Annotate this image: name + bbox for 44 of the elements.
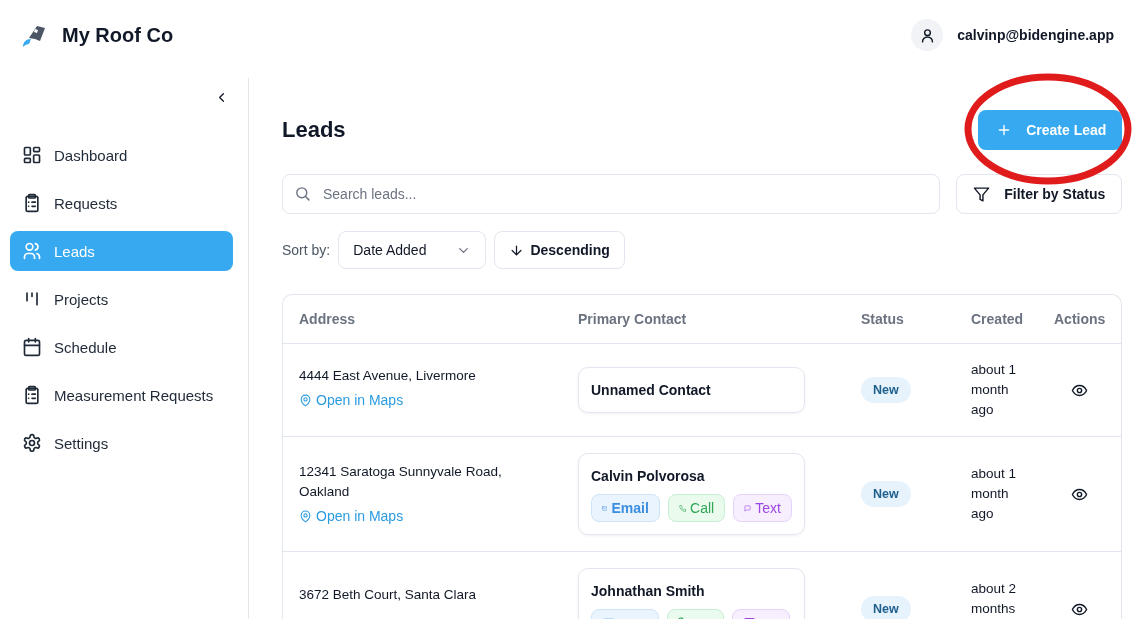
clipboard-icon: [22, 193, 42, 213]
user-avatar[interactable]: [911, 19, 944, 51]
sidebar-item[interactable]: Requests: [10, 183, 233, 223]
status-badge: New: [861, 377, 911, 403]
brand-name: My Roof Co: [62, 23, 174, 47]
status-badge: New: [861, 481, 911, 507]
text-button[interactable]: Text: [733, 494, 792, 522]
sort-order-button[interactable]: Descending: [494, 231, 625, 269]
filter-icon: [973, 185, 991, 203]
sort-dropdown[interactable]: Date Added: [338, 231, 487, 269]
created-date: about 2 months: [971, 580, 1018, 618]
column-header: Created: [970, 310, 1025, 329]
settings-icon: [22, 433, 42, 453]
sidebar-item[interactable]: Settings: [10, 423, 233, 463]
map-pin-icon: [299, 393, 312, 407]
created-date: about 1 month ago: [971, 361, 1018, 419]
column-header: Status: [860, 310, 905, 329]
contact-name: Johnathan Smith: [591, 582, 706, 601]
contact-name: Unnamed Contact: [591, 381, 712, 400]
grid-icon: [22, 145, 42, 165]
address-text: 3672 Beth Court, Santa Clara: [299, 586, 478, 604]
page-title: Leads: [282, 117, 346, 143]
created-date: about 1 month ago: [971, 465, 1018, 523]
search-icon: [294, 185, 311, 202]
search-field[interactable]: Search leads...: [282, 174, 941, 214]
arrow-down-icon: [509, 242, 525, 258]
user-email: calvinp@bidengine.app: [957, 27, 1114, 43]
sidebar-item[interactable]: Projects: [10, 279, 233, 319]
sidebar-item[interactable]: Dashboard: [10, 135, 233, 175]
address-text: 12341 Saratoga Sunnyvale Road, Oakland: [299, 463, 503, 501]
status-badge: New: [861, 596, 911, 619]
users-icon: [22, 241, 42, 261]
column-header: Address: [298, 310, 357, 329]
sidebar-item[interactable]: Schedule: [10, 327, 233, 367]
filter-button[interactable]: Filter by Status: [956, 174, 1123, 214]
address-text: 4444 East Avenue, Livermore: [299, 367, 477, 385]
column-header: Primary Contact: [577, 310, 688, 329]
sidebar-item[interactable]: Measurement Requests: [10, 375, 233, 415]
map-pin-icon: [299, 509, 312, 523]
clipboard-icon: [22, 385, 42, 405]
column-header: Actions: [1053, 310, 1107, 329]
calendar-icon: [22, 337, 42, 357]
sort-label: Sort by:: [282, 242, 331, 258]
contact-name: Calvin Polvorosa: [591, 467, 706, 486]
